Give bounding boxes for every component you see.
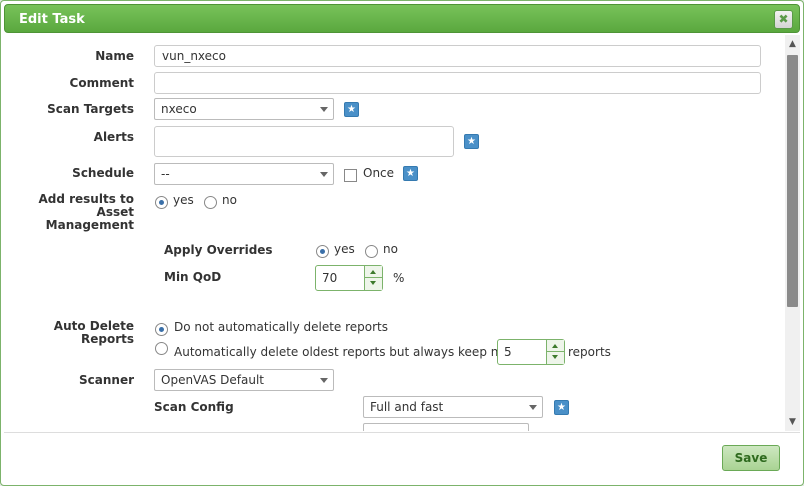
auto-delete-keep-label: Automatically delete oldest reports but …	[174, 345, 534, 359]
next-field-select[interactable]	[363, 423, 529, 431]
min-qod-label: Min QoD	[164, 270, 222, 284]
auto-delete-none-label: Do not automatically delete reports	[174, 320, 389, 334]
scroll-up-icon[interactable]: ▲	[787, 39, 798, 49]
increment-icon[interactable]	[547, 340, 564, 352]
add-results-label: Add results to Asset Management	[4, 193, 134, 232]
dialog-scrollbar[interactable]: ▲ ▼	[785, 35, 800, 431]
scan-config-value: Full and fast	[370, 400, 444, 414]
scan-targets-select[interactable]: nxeco	[154, 98, 334, 120]
dialog-title: Edit Task	[19, 12, 85, 27]
dialog-content: Name vun_nxeco Comment Scan Targets nxec…	[4, 35, 798, 431]
add-results-yes-radio[interactable]	[155, 196, 168, 209]
scan-config-select[interactable]: Full and fast	[363, 396, 543, 418]
decrement-icon[interactable]	[547, 352, 564, 364]
chevron-down-icon	[320, 378, 328, 383]
scan-config-label: Scan Config	[154, 400, 234, 414]
keep-reports-spinner[interactable]: 5	[497, 339, 565, 365]
name-label: Name	[95, 49, 134, 63]
min-qod-unit: %	[393, 271, 405, 285]
apply-overrides-yes-label: yes	[334, 242, 355, 256]
apply-overrides-label: Apply Overrides	[164, 243, 273, 257]
keep-reports-spinner-buttons	[546, 340, 564, 364]
min-qod-spinner-buttons	[364, 266, 382, 290]
increment-icon[interactable]	[365, 266, 382, 278]
new-config-star-icon[interactable]: ★	[554, 400, 569, 415]
auto-delete-label: Auto Delete Reports	[4, 320, 134, 346]
save-button[interactable]: Save	[722, 445, 780, 471]
keep-reports-suffix: reports	[568, 345, 611, 359]
auto-delete-none-radio[interactable]	[155, 323, 168, 336]
add-results-label-line3: Management	[45, 218, 134, 232]
add-results-no-radio[interactable]	[204, 196, 217, 209]
new-target-star-icon[interactable]: ★	[344, 102, 359, 117]
chevron-down-icon	[320, 107, 328, 112]
once-label: Once	[363, 166, 395, 180]
apply-overrides-yes-radio[interactable]	[316, 245, 329, 258]
scan-targets-label: Scan Targets	[47, 102, 134, 116]
schedule-select[interactable]: --	[154, 163, 334, 185]
chevron-down-icon	[529, 405, 537, 410]
apply-overrides-no-label: no	[383, 242, 398, 256]
once-checkbox[interactable]	[344, 169, 357, 182]
dialog-footer: Save	[4, 432, 800, 484]
alerts-select[interactable]	[154, 126, 454, 157]
dialog-titlebar[interactable]: Edit Task ✖	[4, 4, 800, 33]
auto-delete-label-line2: Reports	[80, 332, 134, 346]
name-input[interactable]: vun_nxeco	[154, 45, 761, 67]
scanner-label: Scanner	[79, 373, 134, 387]
comment-label: Comment	[69, 76, 134, 90]
scan-targets-value: nxeco	[161, 102, 197, 116]
add-results-no-label: no	[222, 193, 237, 207]
keep-reports-value: 5	[504, 345, 512, 359]
schedule-value: --	[161, 167, 170, 181]
auto-delete-keep-radio[interactable]	[155, 342, 168, 355]
new-alert-star-icon[interactable]: ★	[464, 134, 479, 149]
new-schedule-star-icon[interactable]: ★	[403, 166, 418, 181]
apply-overrides-no-radio[interactable]	[365, 245, 378, 258]
alerts-label: Alerts	[93, 130, 134, 144]
decrement-icon[interactable]	[365, 278, 382, 290]
scanner-select[interactable]: OpenVAS Default	[154, 369, 334, 391]
schedule-label: Schedule	[72, 166, 134, 180]
chevron-down-icon	[320, 172, 328, 177]
close-icon[interactable]: ✖	[774, 10, 793, 29]
scanner-value: OpenVAS Default	[161, 373, 264, 387]
min-qod-spinner[interactable]: 70	[315, 265, 383, 291]
min-qod-value: 70	[322, 271, 338, 285]
edit-task-dialog: Edit Task ✖ Name vun_nxeco Comment Scan …	[0, 0, 804, 486]
scrollbar-thumb[interactable]	[787, 55, 798, 307]
add-results-yes-label: yes	[173, 193, 194, 207]
comment-input[interactable]	[154, 72, 761, 94]
scroll-down-icon[interactable]: ▼	[787, 417, 798, 427]
